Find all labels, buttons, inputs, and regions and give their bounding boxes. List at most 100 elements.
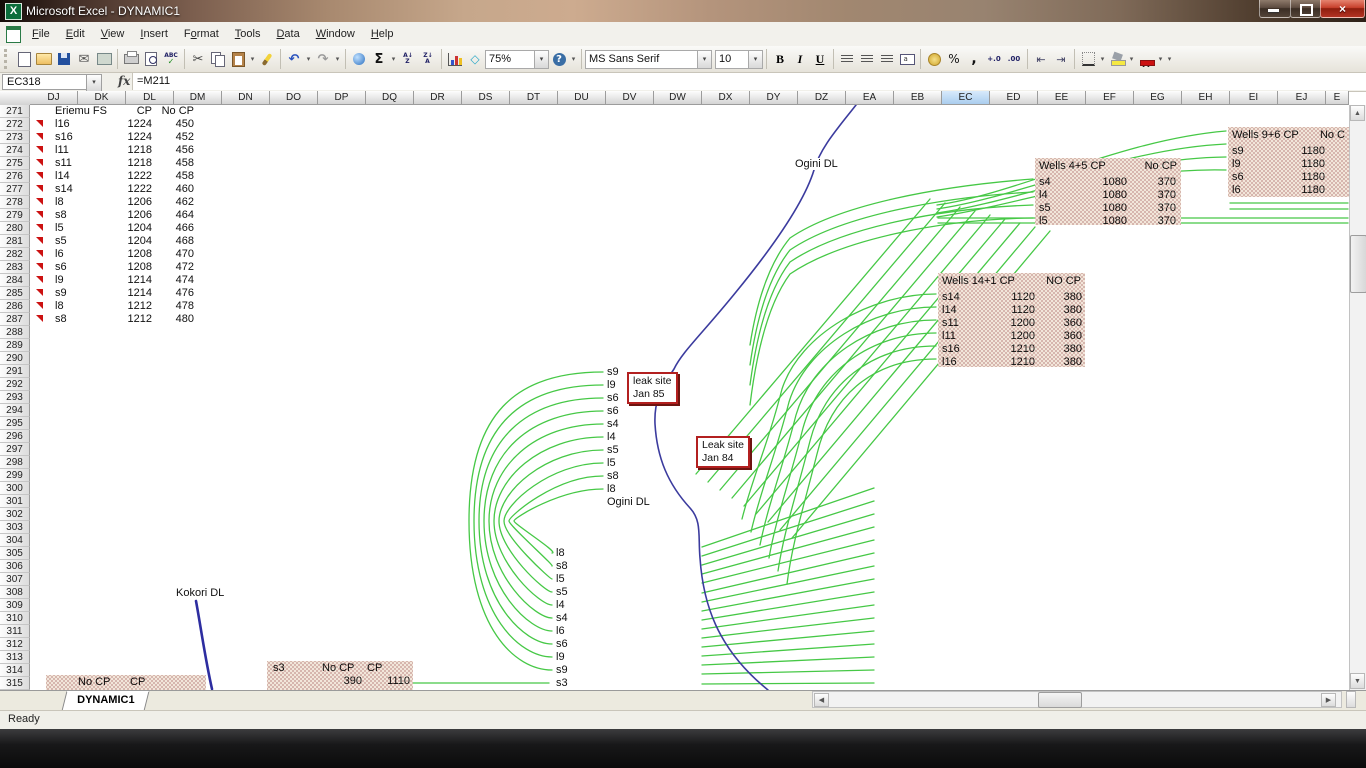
- currency-icon[interactable]: [924, 49, 944, 69]
- column-header-DU[interactable]: DU: [558, 91, 606, 105]
- undo-icon[interactable]: ↶: [284, 49, 304, 69]
- scroll-left-icon[interactable]: ◀: [814, 693, 829, 707]
- research-icon[interactable]: [94, 49, 114, 69]
- mail-icon[interactable]: ✉: [74, 49, 94, 69]
- column-header-EJ[interactable]: EJ: [1278, 91, 1326, 105]
- column-header-DO[interactable]: DO: [270, 91, 318, 105]
- row-header-278[interactable]: 278: [0, 196, 30, 209]
- row-header-310[interactable]: 310: [0, 612, 30, 625]
- menu-data[interactable]: Data: [268, 25, 307, 43]
- toolbar-options-icon[interactable]: ▾: [1165, 49, 1174, 69]
- row-header-274[interactable]: 274: [0, 144, 30, 157]
- sort-desc-icon[interactable]: Z↓A: [418, 49, 438, 69]
- open-icon[interactable]: [34, 49, 54, 69]
- row-header-295[interactable]: 295: [0, 417, 30, 430]
- row-header-297[interactable]: 297: [0, 443, 30, 456]
- column-header-DX[interactable]: DX: [702, 91, 750, 105]
- row-header-291[interactable]: 291: [0, 365, 30, 378]
- column-header-DY[interactable]: DY: [750, 91, 798, 105]
- name-box[interactable]: EC318: [2, 74, 94, 90]
- zoom-combo[interactable]: 75%: [485, 50, 535, 69]
- percent-icon[interactable]: %: [944, 49, 964, 69]
- font-name-combo[interactable]: MS Sans Serif: [585, 50, 698, 69]
- row-header-275[interactable]: 275: [0, 157, 30, 170]
- menu-format[interactable]: Format: [176, 25, 227, 43]
- decrease-indent-icon[interactable]: ⇤: [1031, 49, 1051, 69]
- row-header-277[interactable]: 277: [0, 183, 30, 196]
- row-header-309[interactable]: 309: [0, 599, 30, 612]
- row-header-279[interactable]: 279: [0, 209, 30, 222]
- menu-help[interactable]: Help: [363, 25, 402, 43]
- row-header-293[interactable]: 293: [0, 391, 30, 404]
- redo-dropdown-icon[interactable]: ▾: [333, 49, 342, 69]
- font-color-dropdown-icon[interactable]: ▾: [1156, 49, 1165, 69]
- row-header-288[interactable]: 288: [0, 326, 30, 339]
- zoom-dropdown-icon[interactable]: ▾: [535, 50, 549, 69]
- column-header-DZ[interactable]: DZ: [798, 91, 846, 105]
- toolbar-drag-handle[interactable]: [4, 49, 11, 69]
- print-icon[interactable]: [121, 49, 141, 69]
- row-header-304[interactable]: 304: [0, 534, 30, 547]
- row-header-314[interactable]: 314: [0, 664, 30, 677]
- row-header-313[interactable]: 313: [0, 651, 30, 664]
- fill-color-icon[interactable]: [1107, 49, 1127, 69]
- borders-icon[interactable]: [1078, 49, 1098, 69]
- menu-file[interactable]: File: [24, 25, 58, 43]
- row-header-307[interactable]: 307: [0, 573, 30, 586]
- row-header-299[interactable]: 299: [0, 469, 30, 482]
- name-box-dropdown-icon[interactable]: ▾: [86, 74, 102, 92]
- column-header-DS[interactable]: DS: [462, 91, 510, 105]
- scroll-down-icon[interactable]: ▼: [1350, 673, 1365, 689]
- row-header-303[interactable]: 303: [0, 521, 30, 534]
- drawing-icon[interactable]: ◇: [465, 49, 485, 69]
- column-header-DV[interactable]: DV: [606, 91, 654, 105]
- cut-icon[interactable]: ✂: [188, 49, 208, 69]
- row-header-292[interactable]: 292: [0, 378, 30, 391]
- decrease-decimal-icon[interactable]: .00: [1004, 49, 1024, 69]
- bold-icon[interactable]: B: [770, 49, 790, 69]
- column-header-DK[interactable]: DK: [78, 91, 126, 105]
- paste-icon[interactable]: [228, 49, 248, 69]
- menu-window[interactable]: Window: [308, 25, 363, 43]
- spelling-icon[interactable]: ABC✓: [161, 49, 181, 69]
- row-header-301[interactable]: 301: [0, 495, 30, 508]
- autosum-dropdown-icon[interactable]: ▾: [389, 49, 398, 69]
- row-header-289[interactable]: 289: [0, 339, 30, 352]
- redo-icon[interactable]: ↷: [313, 49, 333, 69]
- font-size-combo[interactable]: 10: [715, 50, 749, 69]
- formula-input[interactable]: =M211: [132, 73, 1366, 90]
- format-painter-icon[interactable]: [257, 49, 277, 69]
- new-icon[interactable]: [14, 49, 34, 69]
- borders-dropdown-icon[interactable]: ▾: [1098, 49, 1107, 69]
- column-header-EH[interactable]: EH: [1182, 91, 1230, 105]
- column-header-EG[interactable]: EG: [1134, 91, 1182, 105]
- row-header-282[interactable]: 282: [0, 248, 30, 261]
- font-color-icon[interactable]: A: [1136, 49, 1156, 69]
- hyperlink-icon[interactable]: [349, 49, 369, 69]
- increase-indent-icon[interactable]: ⇥: [1051, 49, 1071, 69]
- sheet-canvas[interactable]: Ogini DLOgini DLKokori DLs9l9s6s6s4l4s5l…: [30, 105, 1349, 690]
- column-header-ED[interactable]: ED: [990, 91, 1038, 105]
- row-header-287[interactable]: 287: [0, 313, 30, 326]
- help-dropdown-icon[interactable]: ▾: [569, 49, 578, 69]
- vertical-scroll-thumb[interactable]: [1350, 235, 1366, 293]
- copy-icon[interactable]: [208, 49, 228, 69]
- horizontal-scroll-thumb[interactable]: [1038, 692, 1082, 708]
- minimize-button[interactable]: [1259, 0, 1291, 18]
- undo-dropdown-icon[interactable]: ▾: [304, 49, 313, 69]
- menu-edit[interactable]: Edit: [58, 25, 93, 43]
- column-header-DJ[interactable]: DJ: [30, 91, 78, 105]
- align-center-icon[interactable]: [857, 49, 877, 69]
- column-header-EE[interactable]: EE: [1038, 91, 1086, 105]
- column-header-DP[interactable]: DP: [318, 91, 366, 105]
- row-header-315[interactable]: 315: [0, 677, 30, 690]
- row-header-290[interactable]: 290: [0, 352, 30, 365]
- column-header-DL[interactable]: DL: [126, 91, 174, 105]
- column-header-EB[interactable]: EB: [894, 91, 942, 105]
- fill-color-dropdown-icon[interactable]: ▾: [1127, 49, 1136, 69]
- paste-dropdown-icon[interactable]: ▾: [248, 49, 257, 69]
- merge-center-icon[interactable]: a: [897, 49, 917, 69]
- row-header-311[interactable]: 311: [0, 625, 30, 638]
- row-header-300[interactable]: 300: [0, 482, 30, 495]
- restore-button[interactable]: [1290, 0, 1321, 18]
